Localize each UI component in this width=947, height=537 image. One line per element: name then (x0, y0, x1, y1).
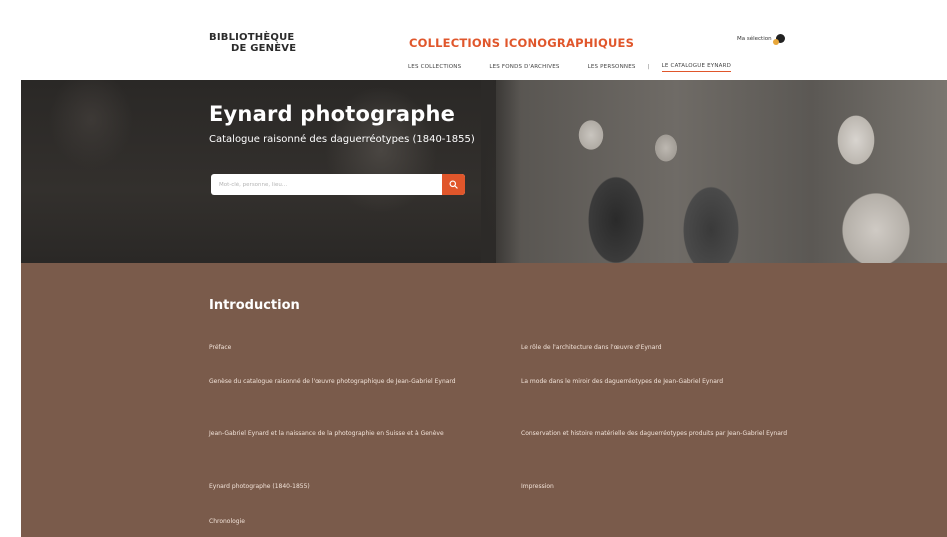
link-impression[interactable]: Impression (521, 478, 811, 495)
hero-banner: Eynard photographe Catalogue raisonné de… (21, 80, 947, 263)
my-selection[interactable]: Ma sélection (737, 34, 785, 45)
introduction-heading: Introduction (209, 298, 300, 313)
nav-fonds-archives[interactable]: LES FONDS D'ARCHIVES (489, 64, 559, 70)
link-mode-miroir[interactable]: La mode dans le miroir des daguerréotype… (521, 373, 811, 390)
search-input[interactable] (211, 174, 433, 195)
site-title[interactable]: COLLECTIONS ICONOGRAPHIQUES (409, 36, 634, 50)
link-chronologie[interactable]: Chronologie (209, 513, 499, 530)
logo-line-2: DE GENÈVE (231, 43, 297, 54)
link-eynard-photographe[interactable]: Eynard photographe (1840-1855) (209, 478, 499, 495)
link-preface[interactable]: Préface (209, 339, 499, 356)
logo-line-1: BIBLIOTHÈQUE (209, 32, 295, 43)
link-genese-catalogue[interactable]: Genèse du catalogue raisonné de l'œuvre … (209, 373, 499, 390)
my-selection-label: Ma sélection (737, 35, 772, 42)
hero-subtitle: Catalogue raisonné des daguerréotypes (1… (209, 134, 475, 145)
introduction-section: Introduction Préface Genèse du catalogue… (21, 263, 947, 537)
search-bar (211, 174, 465, 195)
main-nav: LES COLLECTIONS LES FONDS D'ARCHIVES LES… (408, 61, 732, 73)
hero-title: Eynard photographe (209, 102, 456, 126)
hero-fade (481, 80, 521, 263)
link-naissance-photographie[interactable]: Jean-Gabriel Eynard et la naissance de l… (209, 425, 499, 442)
nav-collections[interactable]: LES COLLECTIONS (408, 64, 461, 70)
page-frame: BIBLIOTHÈQUE DE GENÈVE COLLECTIONS ICONO… (21, 18, 947, 537)
site-header: BIBLIOTHÈQUE DE GENÈVE COLLECTIONS ICONO… (21, 18, 947, 80)
daguerreotype-photo (496, 80, 947, 263)
nav-catalogue-eynard[interactable]: LE CATALOGUE EYNARD (661, 63, 732, 72)
library-logo[interactable]: BIBLIOTHÈQUE DE GENÈVE (209, 32, 296, 54)
selection-badge-icon (772, 34, 785, 45)
search-button[interactable] (442, 174, 465, 195)
nav-personnes[interactable]: LES PERSONNES (588, 64, 636, 70)
link-conservation[interactable]: Conservation et histoire matérielle des … (521, 425, 811, 442)
link-role-architecture[interactable]: Le rôle de l'architecture dans l'œuvre d… (521, 339, 811, 356)
search-icon (449, 180, 458, 189)
nav-separator: | (647, 64, 650, 70)
